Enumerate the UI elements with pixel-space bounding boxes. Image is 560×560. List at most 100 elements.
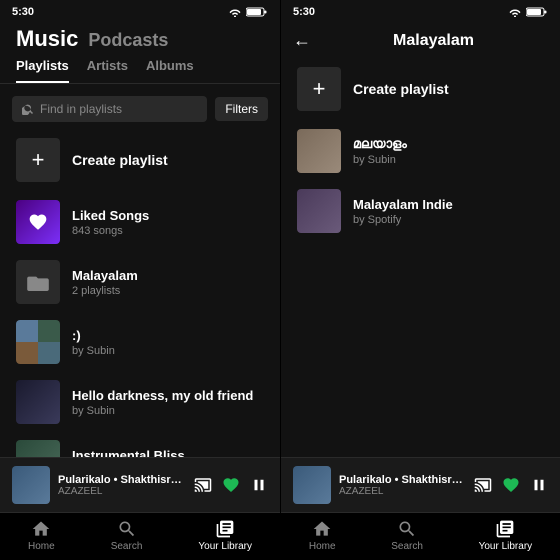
status-icons-2 xyxy=(508,7,548,17)
np-title-2: Pularikalo • Shakthisree Gopalan xyxy=(339,474,466,486)
create-playlist-icon: + xyxy=(16,138,60,182)
nav-home-2[interactable]: Home xyxy=(309,519,336,552)
nav-search-label-2: Search xyxy=(391,541,423,552)
pause-icon-2[interactable] xyxy=(530,476,548,494)
item-sub: by Subin xyxy=(353,154,544,166)
status-bar-1: 5:30 xyxy=(0,0,280,22)
folder-thumb xyxy=(16,260,60,304)
nav-library-1[interactable]: Your Library xyxy=(198,519,252,552)
tab-playlists[interactable]: Playlists xyxy=(16,58,69,83)
music-podcasts-header: Music Podcasts xyxy=(0,22,280,58)
tab-artists[interactable]: Artists xyxy=(87,58,128,83)
item-sub: 2 playlists xyxy=(72,285,264,297)
liked-songs-info: Liked Songs 843 songs xyxy=(72,208,264,237)
list-item[interactable]: മലയാളം by Subin xyxy=(281,121,560,181)
malindie-thumb xyxy=(297,189,341,233)
instrumental-thumb xyxy=(16,440,60,457)
home-icon xyxy=(31,519,51,539)
status-bar-2: 5:30 xyxy=(281,0,560,22)
search-nav-icon xyxy=(117,519,137,539)
smiley-info: :) by Subin xyxy=(72,328,264,357)
library-icon-2 xyxy=(495,519,515,539)
item-name: Malayalam xyxy=(72,268,264,283)
item-sub: by Subin xyxy=(72,405,264,417)
cast-icon-2[interactable] xyxy=(474,476,492,494)
instrumental-info: Instrumental Bliss by Subin xyxy=(72,448,264,458)
item-sub: by Spotify xyxy=(353,214,544,226)
heart-filled-icon[interactable] xyxy=(222,476,240,494)
now-playing-bar-2[interactable]: Pularikalo • Shakthisree Gopalan AZAZEEL xyxy=(281,457,560,512)
battery-icon-2 xyxy=(526,7,548,17)
heart-icon xyxy=(28,212,48,232)
np-controls-1 xyxy=(194,476,268,494)
item-sub: by Subin xyxy=(72,345,264,357)
library-list: + Create playlist Liked Songs 843 songs xyxy=(0,128,280,457)
smiley-thumb xyxy=(16,320,60,364)
malayalam-list: + Create playlist മലയാളം by Subin Malaya… xyxy=(281,57,560,457)
create-playlist-icon-2: + xyxy=(297,67,341,111)
panel2-title: Malayalam xyxy=(319,32,548,50)
liked-songs-thumb xyxy=(16,200,60,244)
create-playlist-label: Create playlist xyxy=(72,152,168,168)
darkness-info: Hello darkness, my old friend by Subin xyxy=(72,388,264,417)
item-name: :) xyxy=(72,328,264,343)
np-info-2: Pularikalo • Shakthisree Gopalan AZAZEEL xyxy=(339,474,466,497)
cast-icon[interactable] xyxy=(194,476,212,494)
malayalam-main-info: മലയാളം by Subin xyxy=(353,136,544,166)
nav-library-2[interactable]: Your Library xyxy=(479,519,533,552)
list-item[interactable]: Malayalam Indie by Spotify xyxy=(281,181,560,241)
music-title: Music xyxy=(16,26,78,52)
nav-search-1[interactable]: Search xyxy=(111,519,143,552)
malindie-info: Malayalam Indie by Spotify xyxy=(353,197,544,226)
battery-icon xyxy=(246,7,268,17)
np-title-1: Pularikalo • Shakthisree Gopalan xyxy=(58,474,186,486)
item-name: Malayalam Indie xyxy=(353,197,544,212)
search-nav-icon-2 xyxy=(397,519,417,539)
panel2-header: ← Malayalam xyxy=(281,22,560,57)
np-thumb-1 xyxy=(12,466,50,504)
np-thumb-2 xyxy=(293,466,331,504)
list-item[interactable]: Instrumental Bliss by Subin xyxy=(0,432,280,457)
create-playlist-row[interactable]: + Create playlist xyxy=(0,128,280,192)
heart-filled-icon-2[interactable] xyxy=(502,476,520,494)
list-item[interactable]: Malayalam 2 playlists xyxy=(0,252,280,312)
item-name: Liked Songs xyxy=(72,208,264,223)
library-icon xyxy=(215,519,235,539)
tabs-row: Playlists Artists Albums xyxy=(0,58,280,84)
panel-malayalam: 5:30 ← Malayalam + Create playlist മലയ xyxy=(280,0,560,560)
item-name: മലയാളം xyxy=(353,136,544,152)
list-item[interactable]: Liked Songs 843 songs xyxy=(0,192,280,252)
np-controls-2 xyxy=(474,476,548,494)
darkness-thumb xyxy=(16,380,60,424)
item-name: Hello darkness, my old friend xyxy=(72,388,264,403)
malayalam-main-thumb xyxy=(297,129,341,173)
search-row: Find in playlists Filters xyxy=(0,90,280,128)
np-info-1: Pularikalo • Shakthisree Gopalan AZAZEEL xyxy=(58,474,186,497)
list-item[interactable]: :) by Subin xyxy=(0,312,280,372)
bottom-nav-1: Home Search Your Library xyxy=(0,512,280,560)
create-playlist-label-2: Create playlist xyxy=(353,81,449,97)
status-time-1: 5:30 xyxy=(12,6,34,18)
nav-library-label-1: Your Library xyxy=(198,541,252,552)
now-playing-bar-1[interactable]: Pularikalo • Shakthisree Gopalan AZAZEEL xyxy=(0,457,280,512)
list-item[interactable]: Hello darkness, my old friend by Subin xyxy=(0,372,280,432)
home-icon-2 xyxy=(312,519,332,539)
nav-home-label-1: Home xyxy=(28,541,55,552)
item-name: Instrumental Bliss xyxy=(72,448,264,458)
back-button[interactable]: ← xyxy=(293,30,311,51)
pause-icon[interactable] xyxy=(250,476,268,494)
np-artist-1: AZAZEEL xyxy=(58,486,186,497)
search-icon xyxy=(22,103,34,115)
nav-home-1[interactable]: Home xyxy=(28,519,55,552)
search-box[interactable]: Find in playlists xyxy=(12,96,207,122)
create-playlist-row-2[interactable]: + Create playlist xyxy=(281,57,560,121)
status-icons-1 xyxy=(228,7,268,17)
nav-search-2[interactable]: Search xyxy=(391,519,423,552)
podcasts-title[interactable]: Podcasts xyxy=(88,30,168,51)
tab-albums[interactable]: Albums xyxy=(146,58,194,83)
filters-button[interactable]: Filters xyxy=(215,97,268,121)
search-placeholder: Find in playlists xyxy=(40,102,122,116)
nav-library-label-2: Your Library xyxy=(479,541,533,552)
panel-library: 5:30 Music Podcasts Playlists Artists Al… xyxy=(0,0,280,560)
folder-icon xyxy=(27,273,49,291)
